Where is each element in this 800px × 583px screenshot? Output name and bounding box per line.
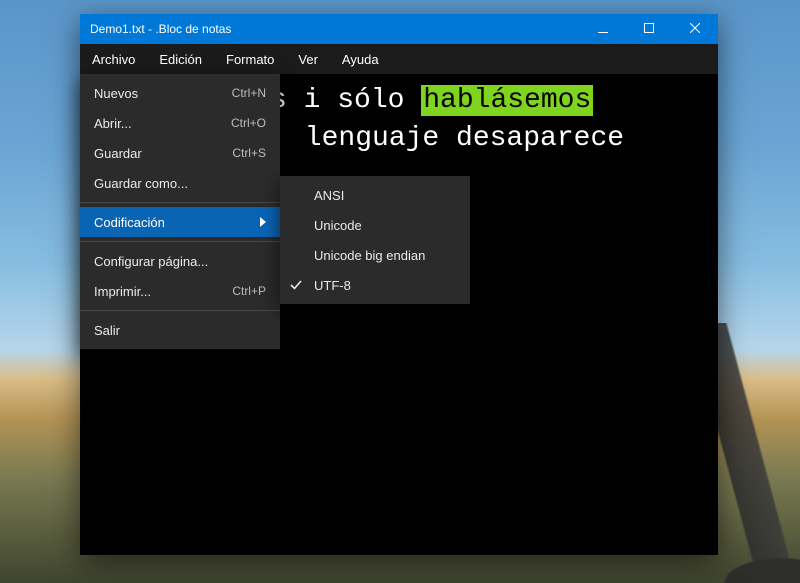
menu-item-label: Nuevos <box>94 86 214 101</box>
highlighted-text: hablásemos <box>421 85 593 116</box>
menu-edicion[interactable]: Edición <box>147 44 214 74</box>
menu-item-shortcut: Ctrl+O <box>231 116 266 130</box>
menu-separator <box>80 241 280 242</box>
menu-item-label: Unicode <box>314 218 456 233</box>
menu-item-codificacion[interactable]: Codificación <box>80 207 280 237</box>
menu-ver[interactable]: Ver <box>286 44 330 74</box>
menu-item-imprimir[interactable]: Imprimir... Ctrl+P <box>80 276 280 306</box>
menu-item-label: Abrir... <box>94 116 213 131</box>
menubar: Archivo Edición Formato Ver Ayuda <box>80 44 718 74</box>
archivo-dropdown: Nuevos Ctrl+N Abrir... Ctrl+O Guardar Ct… <box>80 74 280 349</box>
menu-item-label: UTF-8 <box>314 278 456 293</box>
menu-item-shortcut: Ctrl+P <box>232 284 266 298</box>
menu-item-guardar[interactable]: Guardar Ctrl+S <box>80 138 280 168</box>
menu-item-label: Codificación <box>94 215 238 230</box>
menu-item-label: Guardar <box>94 146 214 161</box>
menu-item-label: Imprimir... <box>94 284 214 299</box>
menu-item-guardar-como[interactable]: Guardar como... <box>80 168 280 198</box>
titlebar[interactable]: Demo1.txt - .Bloc de notas <box>80 14 718 44</box>
minimize-button[interactable] <box>580 14 626 44</box>
maximize-button[interactable] <box>626 14 672 44</box>
menu-separator <box>80 310 280 311</box>
menu-item-nuevos[interactable]: Nuevos Ctrl+N <box>80 78 280 108</box>
encoding-option-unicode-be[interactable]: Unicode big endian <box>280 240 470 270</box>
menu-item-label: Salir <box>94 323 266 338</box>
encoding-option-utf8[interactable]: UTF-8 <box>280 270 470 300</box>
close-icon <box>690 22 700 36</box>
minimize-icon <box>598 22 608 36</box>
menu-item-label: Unicode big endian <box>314 248 456 263</box>
menu-item-label: ANSI <box>314 188 456 203</box>
menu-item-configurar-pagina[interactable]: Configurar página... <box>80 246 280 276</box>
editor-text: s i sólo <box>270 85 421 116</box>
codificacion-submenu: ANSI Unicode Unicode big endian UTF-8 <box>280 176 470 304</box>
menu-item-label: Configurar página... <box>94 254 266 269</box>
menu-formato[interactable]: Formato <box>214 44 286 74</box>
chevron-right-icon <box>256 217 266 227</box>
menu-item-abrir[interactable]: Abrir... Ctrl+O <box>80 108 280 138</box>
menu-item-shortcut: Ctrl+S <box>232 146 266 160</box>
close-button[interactable] <box>672 14 718 44</box>
encoding-option-unicode[interactable]: Unicode <box>280 210 470 240</box>
maximize-icon <box>644 22 654 36</box>
check-icon <box>290 279 304 291</box>
menu-separator <box>80 202 280 203</box>
menu-archivo[interactable]: Archivo <box>80 44 147 74</box>
encoding-option-ansi[interactable]: ANSI <box>280 180 470 210</box>
menu-ayuda[interactable]: Ayuda <box>330 44 391 74</box>
window-title: Demo1.txt - .Bloc de notas <box>90 22 580 36</box>
menu-item-salir[interactable]: Salir <box>80 315 280 345</box>
menu-item-label: Guardar como... <box>94 176 266 191</box>
menu-item-shortcut: Ctrl+N <box>232 86 266 100</box>
